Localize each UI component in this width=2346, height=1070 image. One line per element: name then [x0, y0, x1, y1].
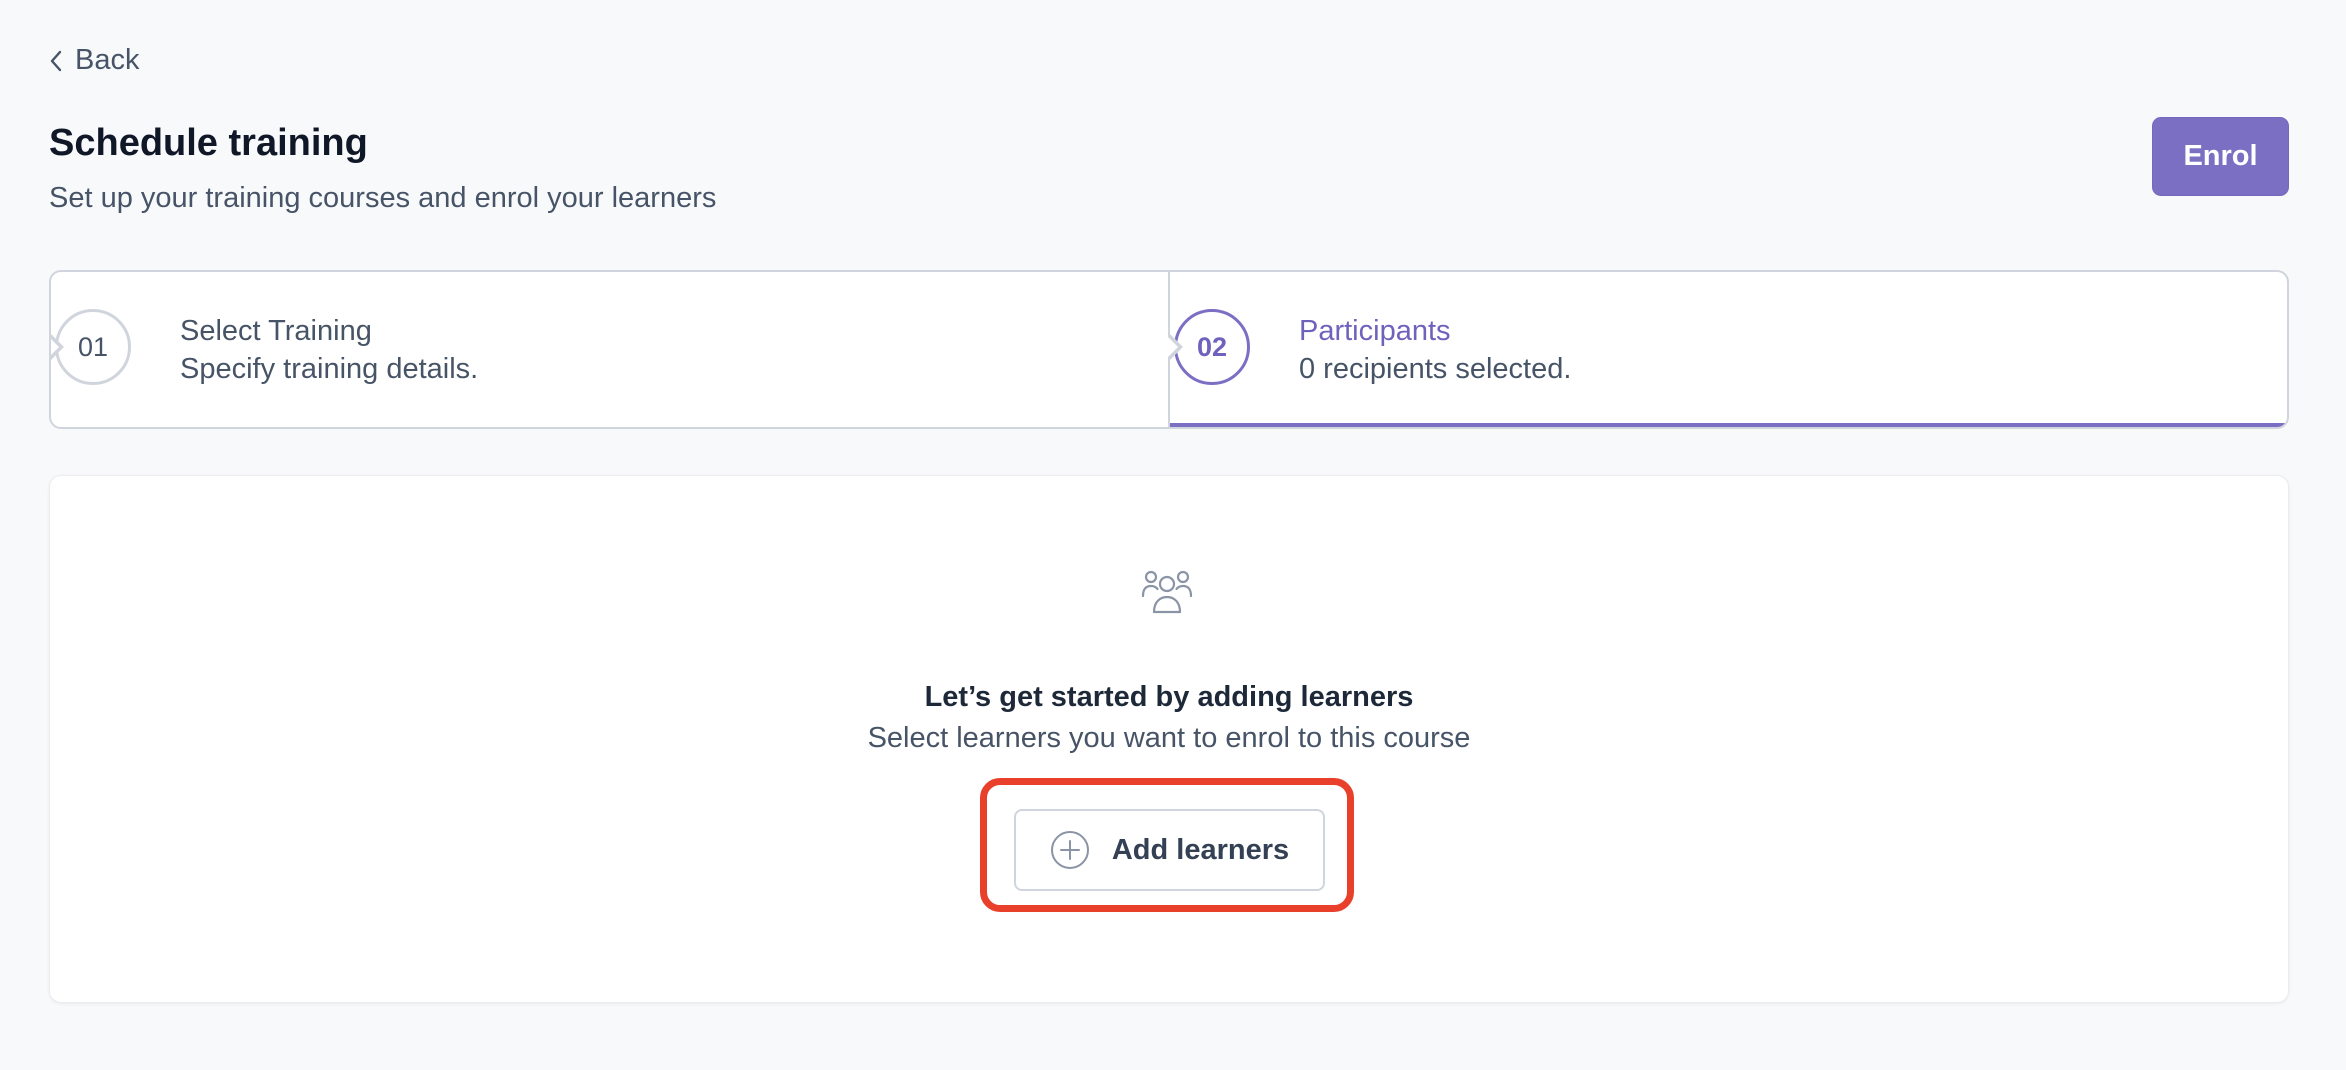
page-subtitle: Set up your training courses and enrol y… [49, 182, 717, 214]
enrol-button[interactable]: Enrol [2152, 117, 2289, 196]
step-arrow [51, 332, 64, 362]
back-link[interactable]: Back [49, 44, 139, 77]
back-label: Back [75, 44, 140, 76]
step-description: 0 recipients selected. [1299, 353, 1572, 385]
empty-state-title: Let’s get started by adding learners [924, 681, 1414, 713]
step-title: Select Training [180, 315, 372, 347]
empty-state-description: Select learners you want to enrol to thi… [867, 722, 1471, 754]
step-participants[interactable]: 02 Participants 0 recipients selected. [1166, 272, 2287, 427]
users-group-icon [1141, 570, 1193, 614]
stepper: 01 Select Training Specify training deta… [49, 270, 2289, 429]
step-number-badge: 02 [1174, 309, 1250, 385]
add-learners-button[interactable]: Add learners [1014, 809, 1325, 891]
add-learners-label: Add learners [1111, 833, 1290, 866]
step-number-badge: 01 [55, 309, 131, 385]
plus-circle-icon [1050, 831, 1089, 869]
page-title: Schedule training [49, 122, 368, 164]
step-arrow [1166, 332, 1183, 362]
step-select-training[interactable]: 01 Select Training Specify training deta… [51, 272, 1168, 427]
step-title: Participants [1299, 315, 1451, 347]
chevron-left-icon [50, 50, 62, 71]
participants-empty-panel: Let’s get started by adding learners Sel… [49, 475, 2289, 1003]
step-description: Specify training details. [180, 353, 479, 385]
